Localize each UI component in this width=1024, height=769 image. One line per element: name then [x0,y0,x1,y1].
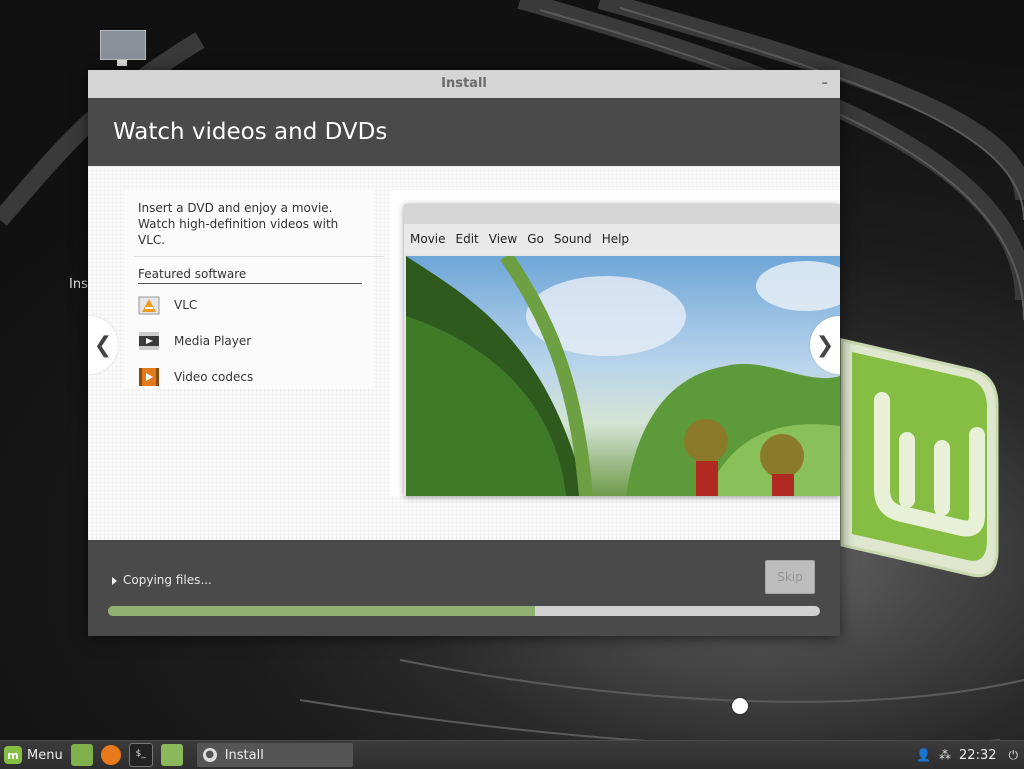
vlc-menu-go: Go [527,232,544,246]
taskbar: m Menu $_ ● Install 👤 ⁂ 22:32 ⏻ [0,740,1024,769]
vlc-screenshot: Movie Edit View Go Sound Help [390,190,840,496]
software-label: VLC [174,298,198,312]
terminal-icon[interactable]: $_ [128,743,153,767]
media-player-icon [138,330,160,352]
progress-bar [108,606,820,616]
video-frame [406,256,840,496]
divider [134,256,384,257]
slide-text-panel: Insert a DVD and enjoy a movie. Watch hi… [124,190,384,388]
software-item-video-codecs[interactable]: Video codecs [138,362,374,392]
system-tray: 👤 ⁂ 22:32 ⏻ [908,748,1018,763]
network-icon[interactable]: ⁂ [939,748,951,762]
menu-button[interactable]: m Menu [4,746,63,764]
desktop-icon-label[interactable]: Ins [69,277,88,292]
featured-heading: Featured software [138,267,362,284]
vlc-menu-view: View [488,232,518,246]
installer-icon: ● [202,748,217,762]
vlc-menu-edit: Edit [455,232,479,246]
vlc-menu-help: Help [601,232,630,246]
clock[interactable]: 22:32 [959,748,996,763]
window-titlebar[interactable]: Install – [88,70,840,98]
slide-header: Watch videos and DVDs [88,98,840,166]
expander-arrow-icon [112,576,117,585]
status-expander[interactable]: Copying files... [112,573,212,587]
vlc-menu-movie: Movie [410,232,446,246]
progress-fill [108,606,536,616]
slide-description: Insert a DVD and enjoy a movie. Watch hi… [138,201,339,247]
slide-title: Watch videos and DVDs [113,119,388,145]
user-icon[interactable]: 👤 [916,748,931,762]
software-label: Media Player [174,334,252,348]
install-window: Install – Watch videos and DVDs Insert a… [88,70,840,636]
software-label: Video codecs [174,370,254,384]
vlc-menu-sound: Sound [553,232,592,246]
skip-button[interactable]: Skip [765,560,815,594]
vlc-menubar: Movie Edit View Go Sound Help [404,224,840,254]
slideshow: Insert a DVD and enjoy a movie. Watch hi… [88,166,840,540]
video-codecs-icon [138,366,160,388]
mouse-cursor-icon [731,697,749,715]
mint-logo-icon [840,338,999,578]
menu-label: Menu [27,747,63,763]
vlc-icon [138,294,160,316]
mint-menu-icon: m [4,746,22,764]
software-item-media-player[interactable]: Media Player [138,326,374,356]
power-icon[interactable]: ⏻ [1009,748,1019,763]
task-label: Install [224,747,264,763]
vlc-window-preview: Movie Edit View Go Sound Help [404,204,840,496]
vlc-titlebar [404,204,840,224]
previous-slide-button[interactable]: ❮ [88,316,118,374]
window-title: Install [441,76,487,91]
files-icon[interactable] [160,744,183,766]
install-footer: Copying files... Skip [88,540,840,636]
firefox-icon[interactable] [100,745,121,765]
taskbar-install-button[interactable]: ● Install [196,743,353,767]
minimize-button[interactable]: – [822,70,829,98]
software-item-vlc[interactable]: VLC [138,290,374,320]
status-text: Copying files... [123,573,212,587]
show-desktop-icon[interactable] [70,744,93,766]
desktop-computer-icon[interactable] [98,30,146,70]
